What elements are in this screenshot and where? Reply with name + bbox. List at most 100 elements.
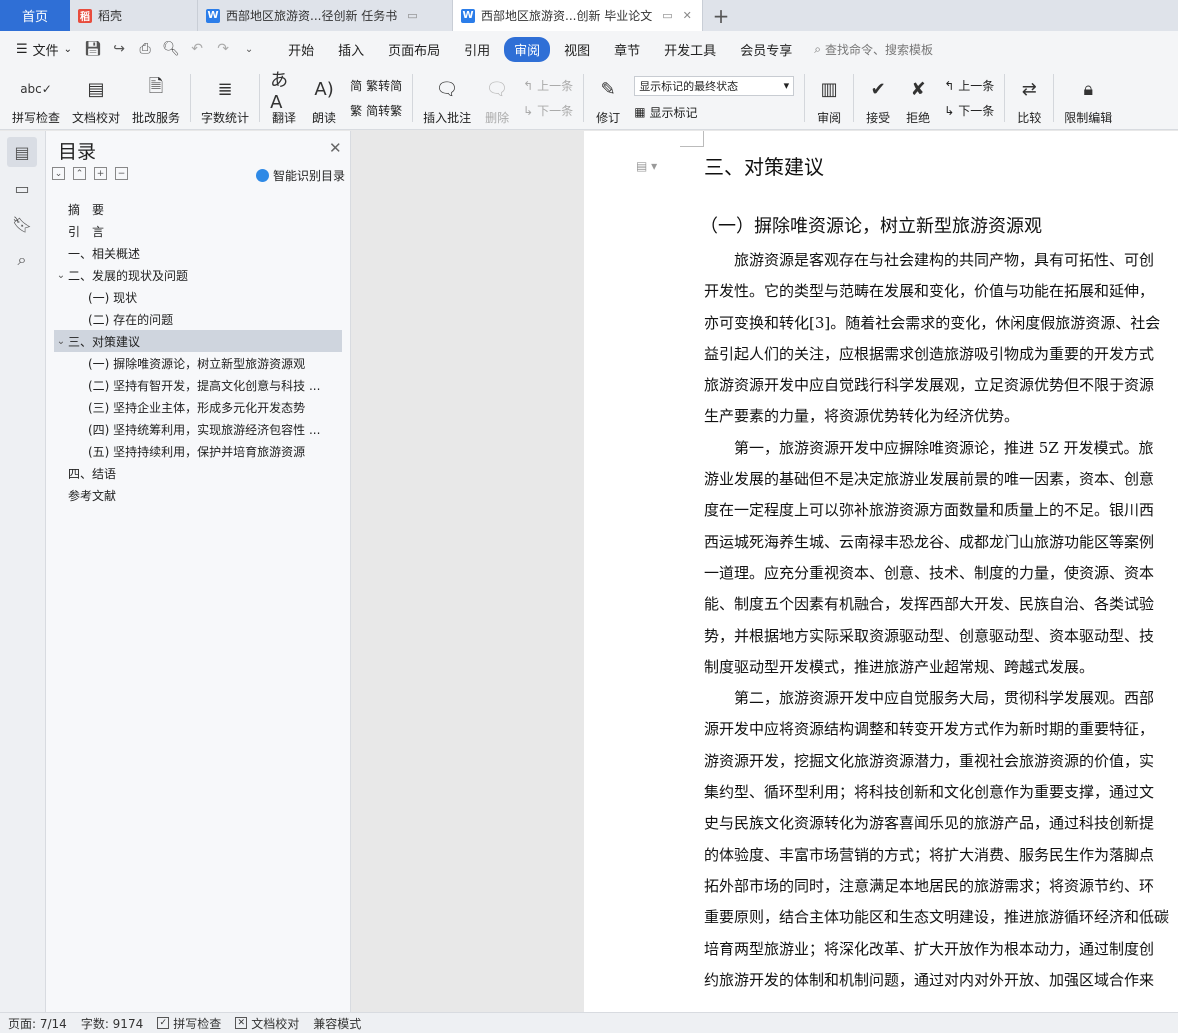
toc-item[interactable]: 引 言 <box>54 220 342 242</box>
document-content[interactable]: 三、对策建议 （一）摒除唯资源论，树立新型旅游资源观 旅游资源是客观存在与社会建… <box>700 149 1178 996</box>
bookmark-icon[interactable]: 🔖︎ <box>7 209 37 239</box>
toc-item[interactable]: ⌄ 三、对策建议 <box>54 330 342 352</box>
menu-member[interactable]: 会员专享 <box>730 37 802 62</box>
document-page[interactable]: ▤ ▾ 三、对策建议 （一）摒除唯资源论，树立新型旅游资源观 旅游资源是客观存在… <box>584 131 1178 1012</box>
prev-comment-button[interactable]: ↰ 上一条 <box>523 77 573 94</box>
toc-tools: ⌄ ⌃ + − <box>52 167 128 180</box>
next-comment-button[interactable]: ↳ 下一条 <box>523 102 573 119</box>
menu-chapter[interactable]: 章节 <box>604 37 650 62</box>
toc-item[interactable]: 参考文献 <box>54 484 342 506</box>
menu-view[interactable]: 视图 <box>554 37 600 62</box>
cloud-sync-icon[interactable]: ▭ <box>407 9 417 22</box>
print-icon[interactable]: ⎙ <box>134 38 156 60</box>
read-aloud-button[interactable]: A) 朗读 <box>304 70 344 126</box>
next-change-button[interactable]: ↳ 下一条 <box>944 102 994 119</box>
close-tab-icon[interactable]: ✕ <box>683 9 692 22</box>
paragraph-menu-icon[interactable]: ▤ ▾ <box>636 159 657 173</box>
page-indicator[interactable]: 页面: 7/14 <box>8 1015 67 1032</box>
tab-thesis[interactable]: W 西部地区旅游资...创新 毕业论文 ▭ ✕ <box>453 0 703 31</box>
toc-item[interactable]: (二) 存在的问题 <box>54 308 342 330</box>
heading-level-2: （一）摒除唯资源论，树立新型旅游资源观 <box>700 216 1042 237</box>
toc-panel-icon[interactable]: ▤ <box>7 137 37 167</box>
word-count[interactable]: 字数: 9174 <box>81 1015 143 1032</box>
word-count-button[interactable]: ≣ 字数统计 <box>195 70 255 126</box>
redo-icon[interactable]: ↷ <box>212 38 234 60</box>
spell-check-status[interactable]: ✓ 拼写检查 <box>157 1015 221 1032</box>
add-tab-button[interactable]: + <box>703 0 739 31</box>
print-preview-icon[interactable]: 🔍︎ <box>160 38 182 60</box>
show-markup-button[interactable]: ▦ 显示标记 <box>634 104 794 121</box>
toc-item[interactable]: 四、结语 <box>54 462 342 484</box>
review-pane-button[interactable]: ▥ 审阅 <box>809 70 849 126</box>
review-pane-icon: ▥ <box>820 78 838 100</box>
file-menu[interactable]: ☰ 文件 ⌄ <box>10 40 78 59</box>
prev-change-button[interactable]: ↰ 上一条 <box>944 77 994 94</box>
tab-docer[interactable]: 稻 稻壳 <box>70 0 198 31</box>
text-line: 的体验度、丰富市场营销的方式；将扩大消费、服务民生作为落脚点 <box>704 845 1155 864</box>
reject-button[interactable]: ✘ 拒绝 <box>898 70 938 126</box>
text-line: 生产要素的力量，将资源优势转化为经济优势。 <box>704 407 1020 426</box>
markup-mode-select[interactable]: 显示标记的最终状态 ▾ <box>634 75 795 96</box>
proof-status[interactable]: ✕ 文档校对 <box>235 1015 299 1032</box>
menu-page-layout[interactable]: 页面布局 <box>378 37 450 62</box>
wps-writer-icon: W <box>206 8 220 23</box>
proof-icon: ✕ <box>235 1017 248 1029</box>
document-proof-button[interactable]: ▤ 文档校对 <box>66 70 126 126</box>
smart-toc-button[interactable]: 智能识别目录 <box>256 167 345 184</box>
separator <box>259 74 261 122</box>
translate-button[interactable]: あA 翻译 <box>264 70 304 126</box>
export-icon[interactable]: ↪ <box>108 38 130 60</box>
tab-task-book[interactable]: W 西部地区旅游资...径创新 任务书 ▭ <box>198 0 453 31</box>
outline-panel-icon[interactable]: ▭ <box>7 173 37 203</box>
markup-group: 显示标记的最终状态 ▾ ▦ 显示标记 <box>628 75 800 121</box>
spell-check-button[interactable]: abc✓ 拼写检查 <box>6 70 66 126</box>
menu-review[interactable]: 审阅 <box>504 36 551 62</box>
customize-icon[interactable]: ⌄ <box>238 38 260 60</box>
expand-all-icon[interactable]: ⌄ <box>52 167 65 180</box>
review-service-button[interactable]: 🗎︎ 批改服务 <box>126 70 186 126</box>
toc-item[interactable]: 一、相关概述 <box>54 242 342 264</box>
insert-comment-button[interactable]: 🗨︎ 插入批注 <box>417 70 477 126</box>
save-icon[interactable]: 💾︎ <box>82 38 104 60</box>
track-changes-button[interactable]: ✎ 修订 <box>588 70 628 126</box>
traditional-to-simplified-button[interactable]: 简繁转简 <box>350 77 402 94</box>
tab-home[interactable]: 首页 <box>0 0 70 31</box>
toc-item[interactable]: (一) 现状 <box>54 286 342 308</box>
accept-button[interactable]: ✔ 接受 <box>858 70 898 126</box>
status-bar: 页面: 7/14 字数: 9174 ✓ 拼写检查 ✕ 文档校对 兼容模式 <box>0 1012 1178 1033</box>
page-corner-mark <box>680 131 704 147</box>
text-line: 约旅游开发的体制和机制问题，通过对内对外开放、加强区域合作来 <box>704 970 1155 989</box>
undo-icon[interactable]: ↶ <box>186 38 208 60</box>
menu-references[interactable]: 引用 <box>454 37 500 62</box>
menu-insert[interactable]: 插入 <box>328 37 374 62</box>
search-icon[interactable]: ⌕ <box>7 245 37 275</box>
toc-item[interactable]: (一) 摒除唯资源论，树立新型旅游资源观 <box>54 352 342 374</box>
toc-item[interactable]: (五) 坚持持续利用，保护并培育旅游资源 <box>54 440 342 462</box>
toc-item[interactable]: (三) 坚持企业主体，形成多元化开发态势 <box>54 396 342 418</box>
text-line: 第一，旅游资源开发中应摒除唯资源论，推进 5Z 开发模式。旅 <box>704 438 1154 457</box>
toc-item[interactable]: 摘 要 <box>54 198 342 220</box>
comment-nav-group: ↰ 上一条 ↳ 下一条 <box>517 77 579 119</box>
track-changes-icon: ✎ <box>600 78 616 100</box>
close-icon[interactable]: ✕ <box>329 139 342 157</box>
simplified-to-traditional-button[interactable]: 繁简转繁 <box>350 102 402 119</box>
command-search[interactable]: ⌕ 查找命令、搜索模板 <box>814 41 933 58</box>
chinese-conversion-group: 简繁转简 繁简转繁 <box>344 77 408 119</box>
toc-item[interactable]: (四) 坚持统筹利用，实现旅游经济包容性 ... <box>54 418 342 440</box>
expand-toggle-icon[interactable]: ⌄ <box>54 336 68 347</box>
toc-item[interactable]: (二) 坚持有智开发，提高文化创意与科技 ... <box>54 374 342 396</box>
cloud-sync-icon[interactable]: ▭ <box>662 9 672 22</box>
menu-start[interactable]: 开始 <box>278 37 324 62</box>
add-heading-icon[interactable]: + <box>94 167 107 180</box>
wps-writer-icon: W <box>461 8 475 23</box>
toc-item[interactable]: ⌄ 二、发展的现状及问题 <box>54 264 342 286</box>
toc-item-label: (一) 现状 <box>88 290 138 305</box>
remove-heading-icon[interactable]: − <box>115 167 128 180</box>
compare-button[interactable]: ⇄ 比较 <box>1009 70 1049 126</box>
text-line: 第二，旅游资源开发中应自觉服务大局，贯彻科学发展观。西部 <box>704 689 1155 708</box>
menu-developer[interactable]: 开发工具 <box>654 37 726 62</box>
delete-comment-button[interactable]: 🗨︎ 删除 <box>477 70 517 126</box>
restrict-edit-button[interactable]: 🔒︎ 限制编辑 <box>1058 70 1118 126</box>
expand-toggle-icon[interactable]: ⌄ <box>54 270 68 281</box>
collapse-all-icon[interactable]: ⌃ <box>73 167 86 180</box>
